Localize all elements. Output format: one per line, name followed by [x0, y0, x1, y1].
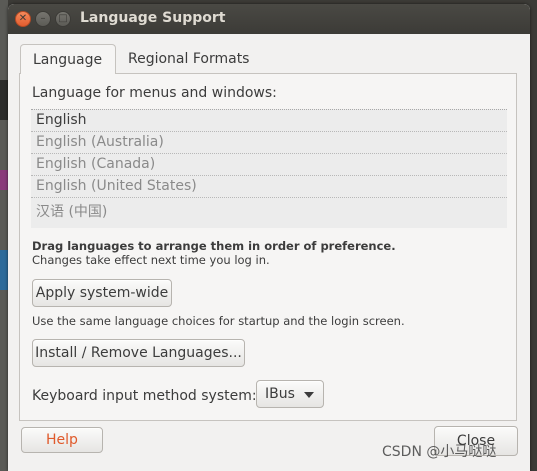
apply-system-wide-button[interactable]: Apply system-wide — [32, 279, 172, 307]
close-window-icon[interactable]: ✕ — [15, 11, 31, 27]
apply-note: Use the same language choices for startu… — [32, 314, 405, 328]
tab-regional-formats[interactable]: Regional Formats — [116, 44, 266, 74]
drag-hint: Drag languages to arrange them in order … — [32, 239, 396, 253]
help-button[interactable]: Help — [21, 427, 103, 453]
desktop-background — [0, 0, 8, 471]
tab-language[interactable]: Language — [20, 44, 116, 74]
title-bar: ✕ – □ Language Support — [8, 4, 530, 34]
window-title: Language Support — [80, 10, 226, 26]
background-app-edge — [0, 80, 8, 120]
minimize-window-icon[interactable]: – — [35, 11, 51, 27]
language-support-window: ✕ – □ Language Support Language Regional… — [8, 4, 530, 471]
drag-hint-sub: Changes take effect next time you log in… — [32, 253, 270, 267]
list-item[interactable]: English (Australia) — [31, 132, 507, 154]
install-remove-languages-button[interactable]: Install / Remove Languages... — [32, 339, 245, 367]
maximize-window-icon[interactable]: □ — [55, 11, 71, 27]
background-app-edge — [0, 250, 8, 290]
language-list[interactable]: English English (Australia) English (Can… — [31, 109, 507, 228]
list-item[interactable]: 汉语 (中国) — [31, 198, 507, 226]
keyboard-input-select[interactable]: IBus — [256, 380, 324, 408]
language-section-label: Language for menus and windows: — [32, 85, 277, 101]
background-app-edge — [0, 170, 8, 190]
language-panel: Language for menus and windows: English … — [19, 73, 517, 421]
chevron-down-icon — [304, 392, 314, 398]
list-item[interactable]: English (United States) — [31, 176, 507, 198]
keyboard-input-label: Keyboard input method system: — [32, 388, 257, 404]
watermark: CSDN @小马哒哒 — [382, 444, 497, 460]
list-item[interactable]: English — [31, 110, 507, 132]
list-item[interactable]: English (Canada) — [31, 154, 507, 176]
keyboard-input-value: IBus — [265, 386, 295, 402]
